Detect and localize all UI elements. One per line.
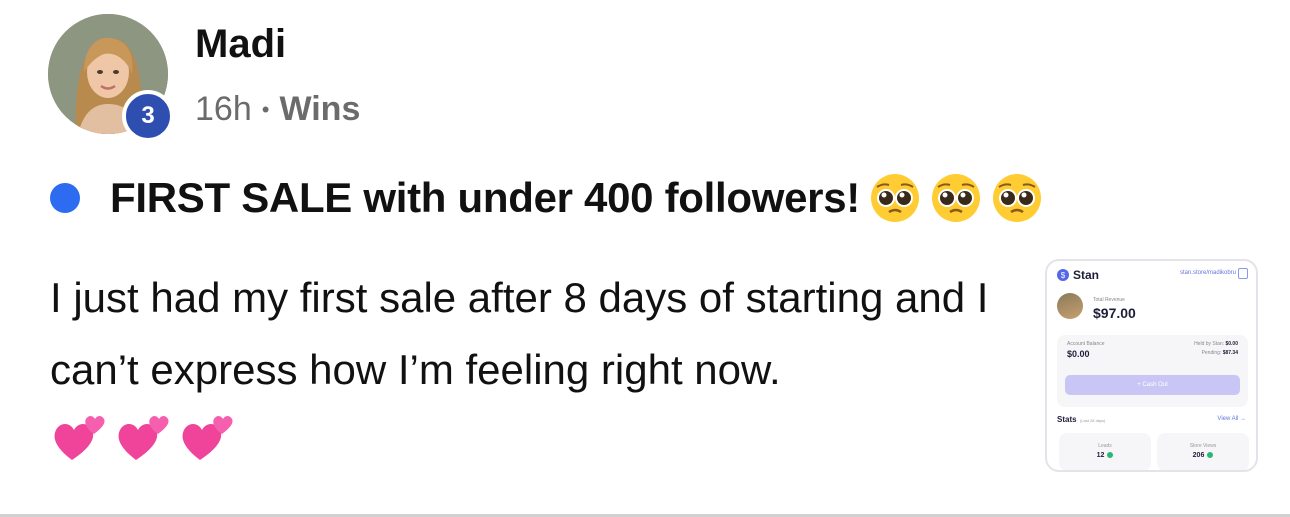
unread-indicator-icon <box>50 183 80 213</box>
thumb-leads-label: Leads <box>1098 443 1112 449</box>
thumb-held: Held by Stan: $0.00 <box>1194 341 1238 347</box>
post-time: 16h <box>195 90 252 128</box>
level-badge: 3 <box>122 90 174 142</box>
post-body[interactable]: I just had my first sale after 8 days of… <box>50 262 1030 406</box>
pleading-face-icon <box>931 174 980 222</box>
thumb-stats-label: Stats <box>1057 415 1077 424</box>
thumb-pending: Pending: $87.34 <box>1201 350 1238 356</box>
thumb-avatar <box>1057 293 1083 319</box>
thumb-leads-value: 12 <box>1059 452 1151 459</box>
thumb-store-views-label: Store Views <box>1189 443 1217 449</box>
author-name[interactable]: Madi <box>195 22 286 67</box>
post-body-emojis <box>50 408 242 466</box>
thumb-cash-out-button: + Cash Out <box>1065 375 1240 395</box>
stan-logo-icon: $ <box>1057 269 1069 281</box>
post-title[interactable]: FIRST SALE with under 400 followers! <box>110 174 860 222</box>
green-dot-icon <box>1207 452 1214 459</box>
post-title-row[interactable]: FIRST SALE with under 400 followers! <box>50 168 1043 228</box>
meta-separator: • <box>261 96 270 122</box>
thumb-store-views-value: 206 <box>1157 452 1249 459</box>
pleading-face-icon <box>870 174 919 222</box>
thumb-brand: Stan <box>1073 268 1100 282</box>
pleading-face-icon <box>992 174 1041 222</box>
post-category[interactable]: Wins <box>279 90 360 129</box>
green-dot-icon <box>1107 452 1114 459</box>
thumb-stats-sub: (Last 28 days) <box>1080 418 1106 423</box>
two-hearts-icon <box>118 416 169 460</box>
thumb-store-url: stan.store/madikobru <box>1179 270 1236 276</box>
thumb-total-revenue: $97.00 <box>1093 305 1136 321</box>
thumb-total-revenue-label: Total Revenue <box>1093 297 1125 303</box>
copy-icon <box>1238 268 1248 279</box>
two-hearts-icon <box>182 416 233 460</box>
thumb-view-all: View All → <box>1217 416 1246 422</box>
two-hearts-icon <box>54 416 105 460</box>
thumb-account-balance: $0.00 <box>1067 349 1090 359</box>
author-avatar-wrapper[interactable]: 3 <box>48 14 174 142</box>
attachment-thumbnail[interactable]: $ Stan stan.store/madikobru Total Revenu… <box>1045 259 1258 472</box>
thumb-account-balance-label: Account Balance <box>1067 341 1105 347</box>
post-meta: 16h • Wins <box>195 90 360 129</box>
